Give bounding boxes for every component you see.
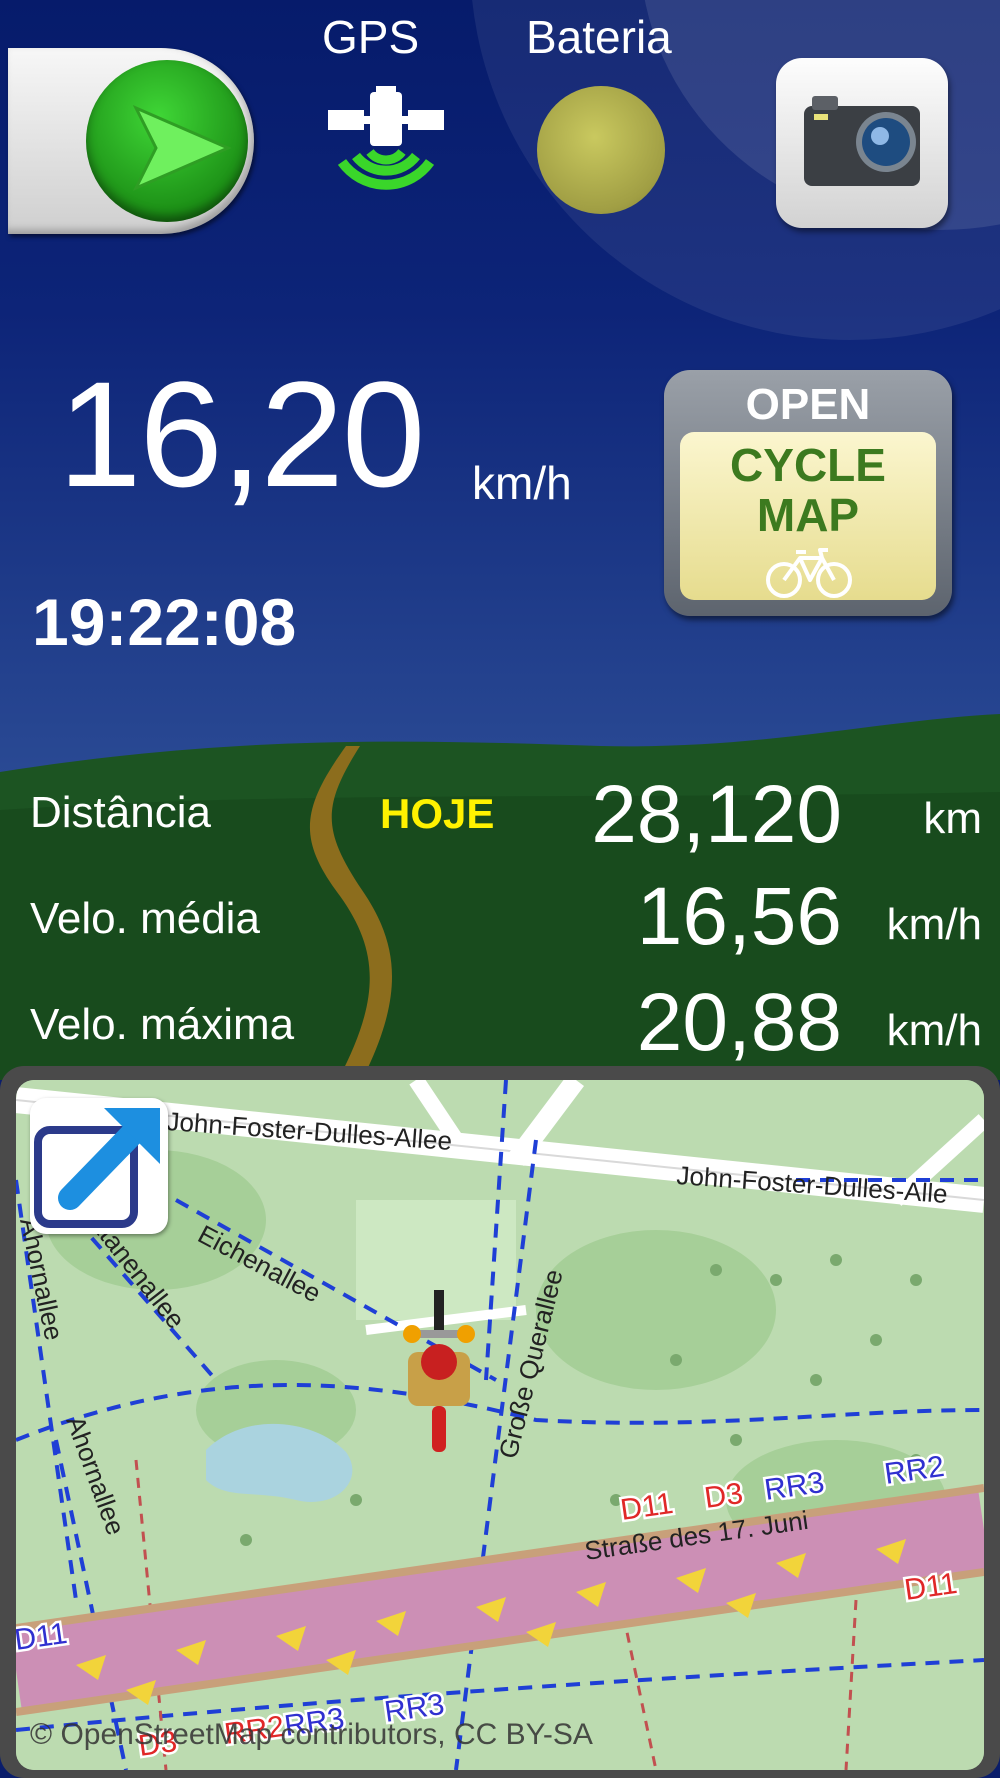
battery-label: Bateria — [526, 11, 672, 63]
distance-unit: km — [923, 794, 982, 843]
max-speed-label: Velo. máxima — [30, 1000, 295, 1049]
avg-speed-value: 16,56 — [636, 871, 842, 962]
open-cycle-map-button[interactable]: OPEN CYCLE MAP — [664, 370, 952, 616]
camera-button[interactable] — [776, 58, 948, 228]
bicycle-icon — [766, 548, 852, 598]
distance-label: Distância — [30, 788, 211, 837]
start-tracking-button[interactable] — [8, 48, 254, 234]
avg-speed-label: Velo. média — [30, 894, 260, 943]
map-attribution: © OpenStreetMap contributors, CC BY-SA — [30, 1718, 593, 1751]
ocm-card: CYCLE MAP — [680, 432, 936, 600]
camera-icon — [804, 96, 920, 186]
battery-indicator-icon — [537, 86, 665, 214]
route-label: D3 — [702, 1477, 745, 1515]
ocm-open-label: OPEN — [745, 380, 871, 429]
max-speed-value: 20,88 — [636, 977, 842, 1068]
ocm-cycle-label: CYCLE — [730, 439, 886, 491]
elapsed-time: 19:22:08 — [32, 585, 297, 659]
stats-period-label: HOJE — [380, 790, 495, 837]
satellite-icon — [328, 86, 444, 190]
ocm-map-label: MAP — [756, 489, 860, 541]
distance-value: 28,120 — [591, 769, 842, 860]
current-speed-unit: km/h — [472, 457, 572, 509]
expand-map-icon — [34, 1108, 160, 1228]
current-speed-value: 16,20 — [58, 350, 425, 518]
play-icon — [132, 104, 232, 192]
max-speed-unit: km/h — [886, 1006, 982, 1055]
app-screen: GPS Bateria 16,20 km/h 19:22:08 OPEN CYC… — [0, 0, 1000, 1778]
avg-speed-unit: km/h — [886, 900, 982, 949]
gps-label: GPS — [322, 11, 420, 63]
expand-map-button[interactable] — [30, 1098, 168, 1234]
